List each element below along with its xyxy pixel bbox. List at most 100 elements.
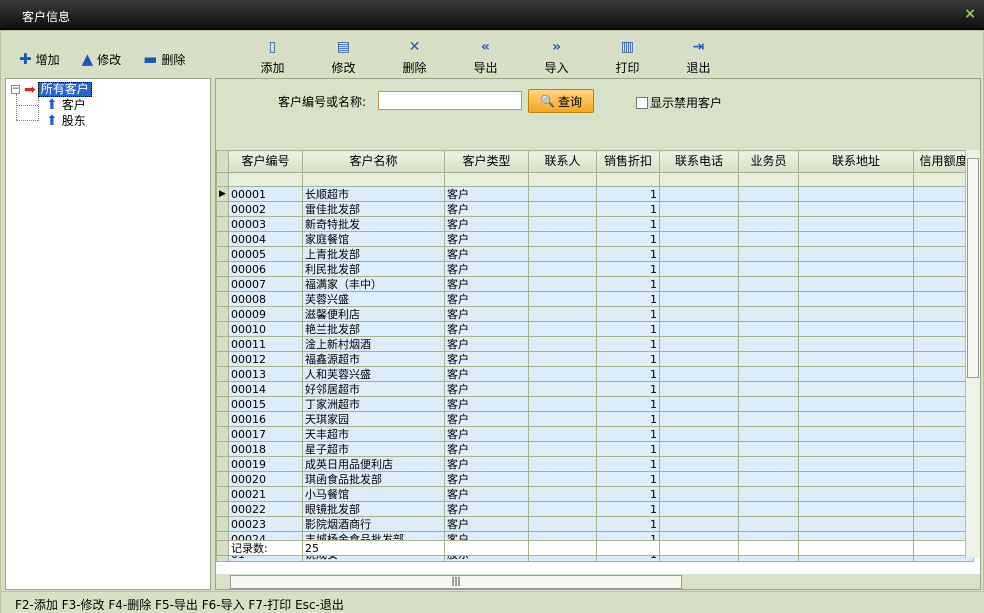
table-cell[interactable]: 客户 — [444, 411, 529, 427]
table-cell[interactable]: 00014 — [228, 381, 303, 397]
table-cell[interactable] — [659, 351, 739, 367]
table-cell[interactable]: 1 — [596, 291, 660, 307]
table-cell[interactable] — [738, 486, 799, 502]
table-cell[interactable] — [659, 426, 739, 442]
table-cell[interactable]: 1 — [596, 276, 660, 292]
table-cell[interactable] — [528, 381, 597, 397]
table-cell[interactable] — [738, 261, 799, 277]
table-cell[interactable]: 成英日用品便利店 — [302, 456, 445, 472]
table-cell[interactable]: 雷佳批发部 — [302, 201, 445, 217]
table-cell[interactable]: 00016 — [228, 411, 303, 427]
table-row[interactable]: 00005 上青批发部 客户 1 — [216, 246, 974, 262]
table-row[interactable]: 00003 新奇特批发 客户 1 — [216, 216, 974, 232]
table-cell[interactable]: 天丰超市 — [302, 426, 445, 442]
table-cell[interactable]: 1 — [596, 261, 660, 277]
table-cell[interactable] — [659, 516, 739, 532]
column-header[interactable]: 联系人 — [528, 150, 597, 173]
table-cell[interactable] — [659, 456, 739, 472]
table-cell[interactable] — [798, 456, 914, 472]
filter-cell[interactable] — [302, 172, 445, 187]
column-header[interactable]: 客户类型 — [444, 150, 529, 173]
table-cell[interactable]: 00023 — [228, 516, 303, 532]
table-row[interactable]: 00015 丁家洲超市 客户 1 — [216, 396, 974, 412]
table-cell[interactable]: 福满家（丰中） — [302, 276, 445, 292]
table-cell[interactable] — [738, 441, 799, 457]
table-cell[interactable]: 客户 — [444, 516, 529, 532]
table-cell[interactable]: 1 — [596, 231, 660, 247]
table-row[interactable]: 00009 滋馨便利店 客户 1 — [216, 306, 974, 322]
table-cell[interactable]: 1 — [596, 396, 660, 412]
vertical-scrollbar[interactable] — [965, 150, 980, 558]
table-cell[interactable] — [738, 366, 799, 382]
table-cell[interactable]: 1 — [596, 216, 660, 232]
table-cell[interactable]: 1 — [596, 321, 660, 337]
table-cell[interactable]: 客户 — [444, 321, 529, 337]
table-cell[interactable] — [798, 216, 914, 232]
tree-delete-button[interactable]: ▬ 删除 — [143, 49, 185, 69]
show-disabled-checkbox[interactable]: 显示禁用客户 — [636, 94, 722, 111]
delete-button[interactable]: ✕ 删除 — [379, 39, 450, 75]
table-cell[interactable] — [659, 231, 739, 247]
print-button[interactable]: ▥ 打印 — [592, 39, 663, 75]
table-cell[interactable]: 客户 — [444, 426, 529, 442]
table-cell[interactable] — [528, 396, 597, 412]
table-cell[interactable]: 芙蓉兴盛 — [302, 291, 445, 307]
table-cell[interactable] — [738, 381, 799, 397]
column-header[interactable]: 业务员 — [738, 150, 799, 173]
table-cell[interactable]: 小马餐馆 — [302, 486, 445, 502]
table-cell[interactable]: 00011 — [228, 336, 303, 352]
table-cell[interactable] — [528, 336, 597, 352]
table-cell[interactable]: 1 — [596, 246, 660, 262]
table-cell[interactable] — [528, 516, 597, 532]
table-row[interactable]: 00017 天丰超市 客户 1 — [216, 426, 974, 442]
table-row[interactable]: 00019 成英日用品便利店 客户 1 — [216, 456, 974, 472]
table-cell[interactable]: 00005 — [228, 246, 303, 262]
table-cell[interactable] — [528, 456, 597, 472]
import-button[interactable]: » 导入 — [521, 39, 592, 75]
table-cell[interactable]: 客户 — [444, 186, 529, 202]
table-cell[interactable] — [798, 186, 914, 202]
table-cell[interactable] — [659, 486, 739, 502]
table-cell[interactable]: 00022 — [228, 501, 303, 517]
table-cell[interactable] — [738, 336, 799, 352]
table-cell[interactable]: 淦上新村烟酒 — [302, 336, 445, 352]
table-cell[interactable]: 人和芙蓉兴盛 — [302, 366, 445, 382]
table-row[interactable]: 00011 淦上新村烟酒 客户 1 — [216, 336, 974, 352]
table-cell[interactable] — [659, 441, 739, 457]
table-cell[interactable] — [798, 351, 914, 367]
table-cell[interactable]: 00015 — [228, 396, 303, 412]
table-cell[interactable] — [528, 426, 597, 442]
filter-cell[interactable] — [596, 172, 660, 187]
tree-node-shareholder[interactable]: ⬆ 股东 — [46, 113, 86, 129]
close-icon[interactable]: × — [964, 6, 976, 22]
tree-node-customer[interactable]: ⬆ 客户 — [46, 97, 86, 113]
table-cell[interactable] — [738, 246, 799, 262]
table-cell[interactable]: 1 — [596, 471, 660, 487]
table-cell[interactable] — [738, 276, 799, 292]
filter-cell[interactable] — [228, 172, 303, 187]
table-cell[interactable] — [738, 411, 799, 427]
table-cell[interactable] — [798, 201, 914, 217]
table-cell[interactable] — [798, 336, 914, 352]
table-cell[interactable]: 客户 — [444, 246, 529, 262]
table-cell[interactable]: 00009 — [228, 306, 303, 322]
table-row[interactable]: 00023 影院烟酒商行 客户 1 — [216, 516, 974, 532]
table-cell[interactable] — [528, 246, 597, 262]
table-cell[interactable]: 上青批发部 — [302, 246, 445, 262]
table-cell[interactable] — [659, 501, 739, 517]
filter-cell[interactable] — [659, 172, 739, 187]
column-header[interactable]: 联系地址 — [798, 150, 914, 173]
tree-node-root[interactable]: − ➡ 所有客户 — [11, 82, 92, 97]
table-cell[interactable]: 1 — [596, 366, 660, 382]
table-cell[interactable] — [659, 306, 739, 322]
table-row[interactable]: 00007 福满家（丰中） 客户 1 — [216, 276, 974, 292]
table-row[interactable]: 00002 雷佳批发部 客户 1 — [216, 201, 974, 217]
table-cell[interactable]: 1 — [596, 486, 660, 502]
table-cell[interactable]: 琪函食品批发部 — [302, 471, 445, 487]
table-cell[interactable]: 客户 — [444, 486, 529, 502]
table-cell[interactable] — [738, 351, 799, 367]
filter-cell[interactable] — [528, 172, 597, 187]
table-cell[interactable] — [659, 381, 739, 397]
table-row[interactable]: 00013 人和芙蓉兴盛 客户 1 — [216, 366, 974, 382]
table-cell[interactable]: 1 — [596, 456, 660, 472]
